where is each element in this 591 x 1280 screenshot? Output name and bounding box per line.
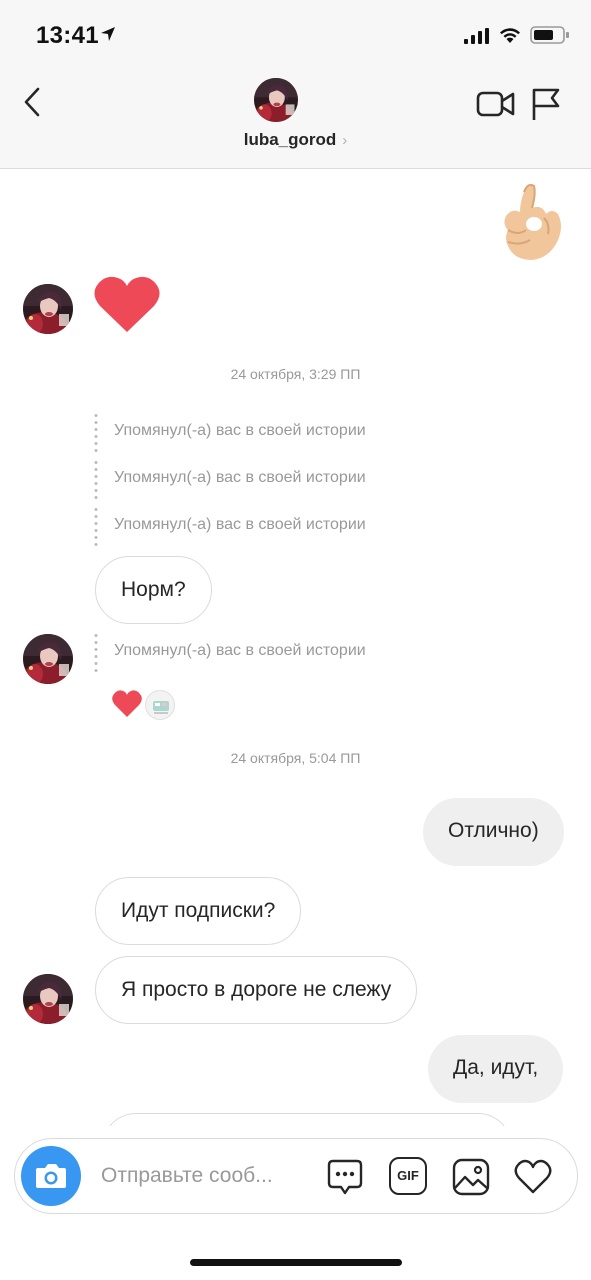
sender-avatar[interactable] [23, 634, 73, 684]
mention-text: Упомянул(-а) вас в своей истории [114, 516, 366, 533]
location-arrow-icon [101, 27, 115, 41]
ok-hand-emoji [504, 183, 561, 260]
story-sticker-thumbnail[interactable] [145, 690, 175, 720]
back-chevron-icon[interactable] [18, 84, 50, 120]
message-input[interactable] [101, 1161, 311, 1191]
reaction-heart-icon [112, 690, 142, 717]
username-text: luba_gorod [243, 130, 337, 149]
message-composer: GIF [14, 1138, 578, 1214]
message-bubble-incoming[interactable]: Я просто в дороге не слежу [95, 956, 418, 1024]
message-bubble-incoming[interactable]: Норм? [95, 556, 212, 624]
home-indicator [190, 1259, 402, 1266]
camera-icon [36, 1164, 66, 1188]
sender-avatar[interactable] [23, 284, 73, 334]
gallery-icon[interactable] [451, 1157, 491, 1197]
cell-signal-icon [464, 28, 489, 44]
mention-text: Упомянул(-а) вас в своей истории [114, 642, 366, 659]
mention-divider [94, 459, 98, 499]
gif-icon[interactable]: GIF [389, 1157, 427, 1195]
timestamp: 24 октября, 5:04 ПП [230, 750, 361, 766]
chat-sticker-icon[interactable] [325, 1157, 365, 1197]
heart-icon [94, 276, 160, 332]
camera-button[interactable] [21, 1146, 81, 1206]
header-username[interactable]: luba_gorod › [0, 130, 591, 150]
status-time: 13:41 [36, 22, 99, 49]
timestamp: 24 октября, 3:29 ПП [230, 366, 361, 382]
status-bar: 13:41 [0, 0, 591, 68]
wifi-icon [500, 28, 520, 43]
heart-icon[interactable] [513, 1157, 553, 1197]
username-chevron-icon: › [342, 132, 348, 149]
mention-text: Упомянул(-а) вас в своей истории [114, 469, 366, 486]
video-call-icon[interactable] [476, 88, 516, 120]
chat-header: luba_gorod › [0, 68, 591, 169]
mention-divider [94, 632, 98, 672]
battery-icon [530, 26, 569, 44]
header-avatar[interactable] [254, 78, 298, 122]
mention-divider [94, 506, 98, 546]
mention-text: Упомянул(-а) вас в своей истории [114, 422, 366, 439]
message-bubble-outgoing[interactable]: Да, идут, [428, 1035, 564, 1103]
message-bubble-incoming[interactable]: Идут подписки? [95, 877, 302, 945]
message-bubble-outgoing[interactable]: Отлично) [423, 798, 564, 866]
mention-divider [94, 412, 98, 452]
sender-avatar[interactable] [23, 974, 73, 1024]
flag-icon[interactable] [530, 86, 562, 122]
